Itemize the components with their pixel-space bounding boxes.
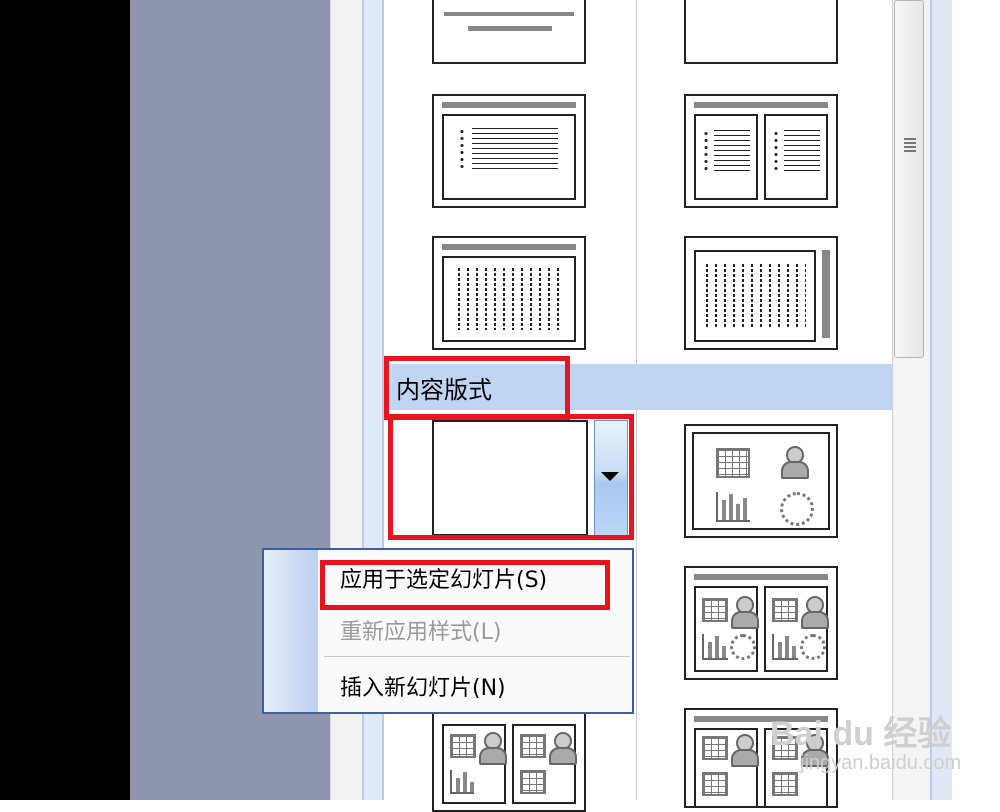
vertical-text-lines (458, 268, 566, 330)
watermark-brand: Bai du 经验 (770, 715, 952, 753)
highlight-box-section (384, 356, 570, 420)
chart-icon (772, 634, 798, 660)
highlight-box-layout (388, 414, 634, 540)
chart-icon (450, 770, 474, 794)
bullet-dots (458, 128, 466, 170)
diagram-icon (800, 634, 826, 660)
title-bar (694, 102, 828, 108)
bullet-dots (772, 130, 780, 172)
task-pane-right-border (930, 0, 952, 800)
clipart-icon (800, 596, 829, 629)
vertical-text-placeholder (694, 250, 816, 342)
layout-title-and-vertical-text[interactable] (432, 236, 586, 350)
vertical-title-bar (822, 250, 830, 338)
chart-icon (702, 634, 728, 660)
text-lines (714, 130, 750, 172)
title-placeholder (444, 12, 574, 16)
chart-icon (716, 492, 750, 522)
table-icon (702, 598, 728, 622)
clipart-icon (478, 732, 507, 765)
scrollbar-thumb[interactable] (894, 0, 924, 358)
watermark-url: jingyan.baidu.com (800, 752, 962, 774)
text-lines (472, 128, 558, 170)
layout-content[interactable] (684, 424, 838, 538)
content-placeholder (512, 724, 577, 804)
table-icon (520, 770, 546, 794)
text-lines (784, 130, 820, 172)
left-text-placeholder (694, 114, 758, 200)
table-icon (716, 448, 750, 478)
title-bar (442, 102, 576, 108)
table-icon (520, 734, 546, 758)
scrollbar-grip-icon (904, 138, 916, 152)
table-icon (772, 772, 798, 796)
clipart-icon (730, 596, 759, 629)
subtitle-placeholder (468, 26, 552, 31)
layout-blank[interactable] (684, 0, 838, 64)
menu-item-reapply-style: 重新应用样式(L) (340, 620, 502, 645)
content-placeholder (694, 728, 759, 808)
table-icon (702, 772, 728, 796)
text-placeholder (442, 114, 576, 200)
layout-title-only[interactable] (432, 0, 586, 64)
clipart-icon (548, 732, 577, 765)
layout-title-and-two-column-text[interactable] (684, 94, 838, 208)
table-icon (450, 734, 476, 758)
layout-title-and-four-content-left[interactable] (432, 712, 586, 812)
table-icon (772, 598, 798, 622)
diagram-icon (730, 634, 756, 660)
clipart-icon (730, 734, 759, 767)
context-menu-icon-column (264, 550, 318, 712)
vertical-text-placeholder (442, 256, 576, 342)
vertical-text-lines (706, 264, 806, 328)
title-bar (442, 244, 576, 250)
highlight-box-menu-item (320, 560, 610, 610)
right-content-placeholder (764, 586, 829, 672)
layout-vertical-title-and-text[interactable] (684, 236, 838, 350)
table-icon (702, 736, 728, 760)
content-placeholder (692, 432, 830, 530)
left-content-placeholder (694, 586, 759, 672)
menu-separator (324, 656, 630, 657)
right-text-placeholder (764, 114, 828, 200)
window-edge (0, 0, 130, 800)
diagram-icon (780, 492, 814, 526)
layout-title-and-two-content[interactable] (684, 566, 838, 680)
bullet-dots (702, 130, 710, 172)
content-placeholder (442, 724, 507, 804)
title-bar (694, 574, 828, 580)
menu-item-insert-new-slide[interactable]: 插入新幻灯片(N) (340, 670, 506, 702)
clipart-icon (780, 446, 809, 479)
layout-title-and-text[interactable] (432, 94, 586, 208)
